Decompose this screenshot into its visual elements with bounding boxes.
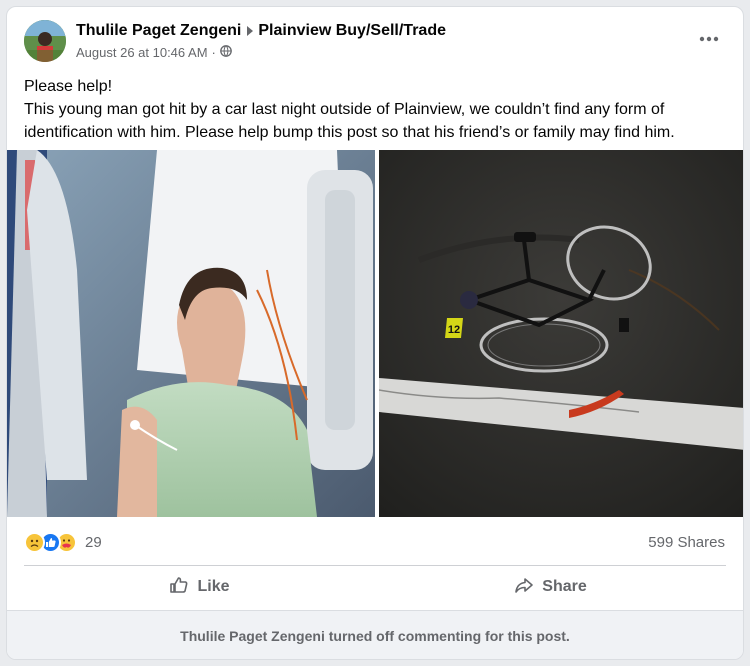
post-text: Please help! This young man got hit by a… (24, 75, 724, 144)
meta-separator: · (211, 45, 216, 60)
triangle-right-icon (247, 25, 254, 36)
reaction-count: 29 (85, 533, 102, 551)
share-count[interactable]: 599 Shares (648, 534, 725, 551)
share-button[interactable]: Share (375, 569, 726, 605)
comments-disabled-notice: Thulile Paget Zengeni turned off comment… (7, 610, 743, 659)
post-timestamp[interactable]: August 26 at 10:46 AM (76, 45, 208, 60)
share-arrow-icon (514, 575, 534, 600)
avatar[interactable] (24, 20, 66, 62)
post-meta: August 26 at 10:46 AM · (76, 45, 232, 60)
thumbs-up-icon (169, 575, 189, 600)
bicycle-on-road-photo[interactable]: 12 (379, 150, 743, 517)
action-bar: Like Share (24, 569, 726, 605)
post-text-line: Please help! (24, 78, 113, 95)
group-name[interactable]: Plainview Buy/Sell/Trade (258, 22, 446, 39)
post-text-line: identification with him. Please help bum… (24, 124, 675, 141)
post-header: Thulile Paget Zengeni Plainview Buy/Sell/… (7, 7, 743, 77)
like-label: Like (197, 578, 230, 595)
share-label: Share (542, 578, 587, 595)
more-options-icon[interactable] (697, 27, 721, 51)
post-text-line: This young man got hit by a car last nig… (24, 101, 665, 118)
globe-icon[interactable] (220, 45, 232, 60)
author-line: Thulile Paget Zengeni Plainview Buy/Sell/… (76, 22, 446, 40)
photo-grid: 12 (7, 150, 743, 517)
evidence-marker-label: 12 (448, 324, 460, 336)
post-card: Thulile Paget Zengeni Plainview Buy/Sell/… (6, 6, 744, 660)
hospital-patient-photo[interactable] (7, 150, 375, 517)
reaction-summary[interactable]: 29 (24, 529, 102, 555)
like-button[interactable]: Like (24, 569, 375, 605)
sad-reaction-icon (24, 531, 45, 553)
divider (24, 565, 726, 566)
author-name[interactable]: Thulile Paget Zengeni (76, 22, 241, 39)
